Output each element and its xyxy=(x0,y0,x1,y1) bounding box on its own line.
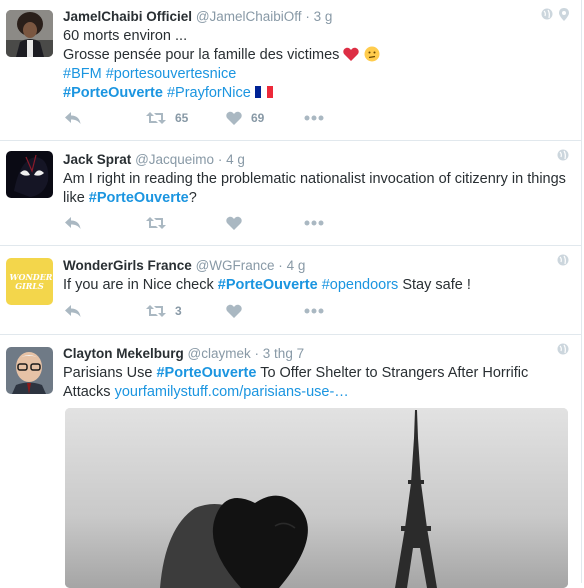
tweet-line: 60 morts environ ... xyxy=(63,28,188,44)
flag-france-emoji xyxy=(254,86,273,98)
hashtag-prayfornice[interactable]: #PrayforNice xyxy=(163,85,251,101)
tweet-header: WonderGirls France @WGFrance · 4 g xyxy=(63,258,569,274)
article-link[interactable]: yourfamilystuff.com/parisians-use-… xyxy=(115,384,349,400)
reply-button[interactable] xyxy=(65,304,81,318)
tweet-actions: 65 69 xyxy=(63,111,363,131)
separator-dot: · xyxy=(278,258,283,273)
heart-icon xyxy=(226,111,242,125)
tweet-text-body: If you are in Nice check xyxy=(63,277,218,293)
tweet-text-end: ? xyxy=(188,190,197,206)
tweet-text: If you are in Nice check #PorteOuverte #… xyxy=(63,276,569,295)
confused-face-emoji xyxy=(364,46,379,62)
separator-dot: · xyxy=(254,346,260,361)
reply-icon xyxy=(65,217,81,229)
more-icon xyxy=(304,308,324,314)
reply-icon xyxy=(65,112,81,124)
more-button[interactable] xyxy=(304,115,324,121)
tweet-actions xyxy=(63,216,363,236)
retweet-icon xyxy=(146,112,166,124)
tweet[interactable]: WONDER GIRLS WonderGirls France @WGFranc… xyxy=(0,246,581,335)
like-count: 69 xyxy=(251,111,265,125)
tweet-text: 60 morts environ ... Grosse pensée pour … xyxy=(63,27,569,103)
tweet-content: Clayton Mekelburg @claymek · 3 thg 7 Par… xyxy=(63,335,569,402)
tweet-content: Jack Sprat @Jacqueimo · 4 g Am I right i… xyxy=(63,141,569,208)
timestamp[interactable]: 3 g xyxy=(314,9,333,24)
more-button[interactable] xyxy=(304,308,324,314)
hashtags-line: #PorteOuverte #PrayforNice xyxy=(63,84,569,103)
fullname[interactable]: Clayton Mekelburg xyxy=(63,346,184,361)
retweet-icon xyxy=(146,217,166,229)
tweet-header: Jack Sprat @Jacqueimo · 4 g xyxy=(63,152,569,168)
more-icon xyxy=(304,115,324,121)
separator-dot: · xyxy=(217,152,223,167)
tweet-text-end: Stay safe ! xyxy=(398,277,471,293)
more-button[interactable] xyxy=(304,220,324,226)
retweet-button[interactable]: 65 xyxy=(146,111,188,125)
fullname[interactable]: JamelChaibi Officiel xyxy=(63,9,192,24)
hashtag-porteouverte[interactable]: #PorteOuverte xyxy=(156,365,256,381)
tweet-text-body: Parisians Use xyxy=(63,365,157,381)
reply-button[interactable] xyxy=(65,111,81,125)
reply-button[interactable] xyxy=(65,216,81,230)
tweet-text: Parisians Use #PorteOuverte To Offer She… xyxy=(63,364,569,402)
fullname[interactable]: WonderGirls France xyxy=(63,258,192,273)
like-button[interactable]: 69 xyxy=(226,111,264,125)
tweet-header: JamelChaibi Officiel @JamelChaibiOff · 3… xyxy=(63,9,569,25)
like-button[interactable] xyxy=(226,216,242,230)
hashtag-link[interactable]: #BFM #portesouvertesnice xyxy=(63,66,236,82)
username[interactable]: @Jacqueimo xyxy=(135,152,214,167)
tweet-content: JamelChaibi Officiel @JamelChaibiOff · 3… xyxy=(63,0,569,103)
hashtag-porteouverte[interactable]: #PorteOuverte xyxy=(218,277,318,293)
timestamp[interactable]: 4 g xyxy=(226,152,245,167)
tweet-media-image[interactable] xyxy=(65,408,568,588)
red-heart-emoji xyxy=(343,47,360,61)
tweet[interactable]: Jack Sprat @Jacqueimo · 4 g Am I right i… xyxy=(0,141,581,246)
retweet-icon xyxy=(146,305,166,317)
retweet-count: 3 xyxy=(175,304,182,318)
fullname[interactable]: Jack Sprat xyxy=(63,152,131,167)
tweet-header: Clayton Mekelburg @claymek · 3 thg 7 xyxy=(63,346,569,362)
heart-icon xyxy=(226,304,242,318)
heart-icon xyxy=(226,216,242,230)
retweet-button[interactable] xyxy=(146,216,166,230)
hashtags-line: #BFM #portesouvertesnice xyxy=(63,65,569,84)
timestamp[interactable]: 3 thg 7 xyxy=(263,346,304,361)
tweet-line-text: Grosse pensée pour la famille des victim… xyxy=(63,47,340,63)
username[interactable]: @JamelChaibiOff xyxy=(196,9,302,24)
retweet-count: 65 xyxy=(175,111,189,125)
hashtag-porteouverte[interactable]: #PorteOuverte xyxy=(63,85,163,101)
more-icon xyxy=(304,220,324,226)
avatar[interactable] xyxy=(6,347,53,394)
avatar-logo-text: WONDER GIRLS xyxy=(9,271,53,291)
tweet[interactable]: JamelChaibi Officiel @JamelChaibiOff · 3… xyxy=(0,0,581,141)
separator-dot: · xyxy=(305,9,310,24)
reply-icon xyxy=(65,305,81,317)
like-button[interactable] xyxy=(226,304,242,318)
avatar[interactable]: WONDER GIRLS xyxy=(6,258,53,305)
retweet-button[interactable]: 3 xyxy=(146,304,182,318)
avatar[interactable] xyxy=(6,151,53,198)
username[interactable]: @claymek xyxy=(188,346,251,361)
timestamp[interactable]: 4 g xyxy=(287,258,306,273)
tweet-actions: 3 xyxy=(63,304,363,324)
avatar[interactable] xyxy=(6,10,53,57)
username[interactable]: @WGFrance xyxy=(196,258,275,273)
timeline: JamelChaibi Officiel @JamelChaibiOff · 3… xyxy=(0,0,582,588)
tweet-content: WonderGirls France @WGFrance · 4 g If yo… xyxy=(63,246,569,295)
tweet-text: Am I right in reading the problematic na… xyxy=(63,170,569,208)
hashtag-porteouverte[interactable]: #PorteOuverte xyxy=(89,190,189,206)
hashtag-opendoors[interactable]: #opendoors xyxy=(318,277,399,293)
tweet-line: Grosse pensée pour la famille des victim… xyxy=(63,46,569,65)
